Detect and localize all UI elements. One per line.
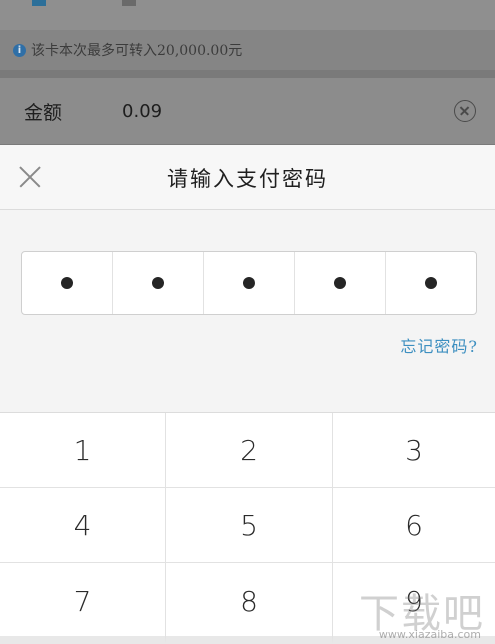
- key-9[interactable]: 9: [333, 563, 495, 644]
- key-3[interactable]: 3: [333, 413, 495, 488]
- pin-cell: [113, 252, 204, 314]
- number-keypad: 1 2 3 4 5 6 7 8 9: [0, 412, 495, 644]
- pin-dot: [425, 277, 437, 289]
- amount-row: 金额 0.09: [0, 78, 495, 144]
- top-tab-bar: [0, 0, 495, 30]
- key-6[interactable]: 6: [333, 488, 495, 563]
- forgot-password-link[interactable]: 忘记密码?: [400, 333, 478, 357]
- key-5[interactable]: 5: [166, 488, 333, 563]
- pin-cell: [204, 252, 295, 314]
- tab-indicator-active: [32, 0, 46, 6]
- amount-input[interactable]: 0.09: [122, 101, 162, 122]
- pin-cell: [295, 252, 386, 314]
- key-4[interactable]: 4: [0, 488, 166, 563]
- pin-dot: [61, 277, 73, 289]
- key-8[interactable]: 8: [166, 563, 333, 644]
- pin-input[interactable]: [21, 251, 477, 315]
- tab-indicator-inactive: [122, 0, 136, 6]
- payment-password-sheet: 请输入支付密码 忘记密码? 1 2 3 4 5 6 7 8 9: [0, 145, 495, 644]
- sheet-title: 请输入支付密码: [167, 167, 328, 191]
- limit-notice: i 该卡本次最多可转入20,000.00元: [0, 30, 495, 70]
- notice-text: 该卡本次最多可转入20,000.00元: [31, 43, 243, 59]
- key-2[interactable]: 2: [166, 413, 333, 488]
- pin-dot: [152, 277, 164, 289]
- key-1[interactable]: 1: [0, 413, 166, 488]
- pin-cell: [22, 252, 113, 314]
- pin-cell: [386, 252, 476, 314]
- pin-dot: [334, 277, 346, 289]
- sheet-header: 请输入支付密码: [0, 145, 495, 210]
- info-icon: i: [13, 43, 26, 57]
- pin-dot: [243, 277, 255, 289]
- clear-icon[interactable]: [454, 100, 476, 122]
- key-7[interactable]: 7: [0, 563, 166, 644]
- amount-label: 金额: [24, 101, 63, 124]
- close-icon[interactable]: [18, 165, 42, 189]
